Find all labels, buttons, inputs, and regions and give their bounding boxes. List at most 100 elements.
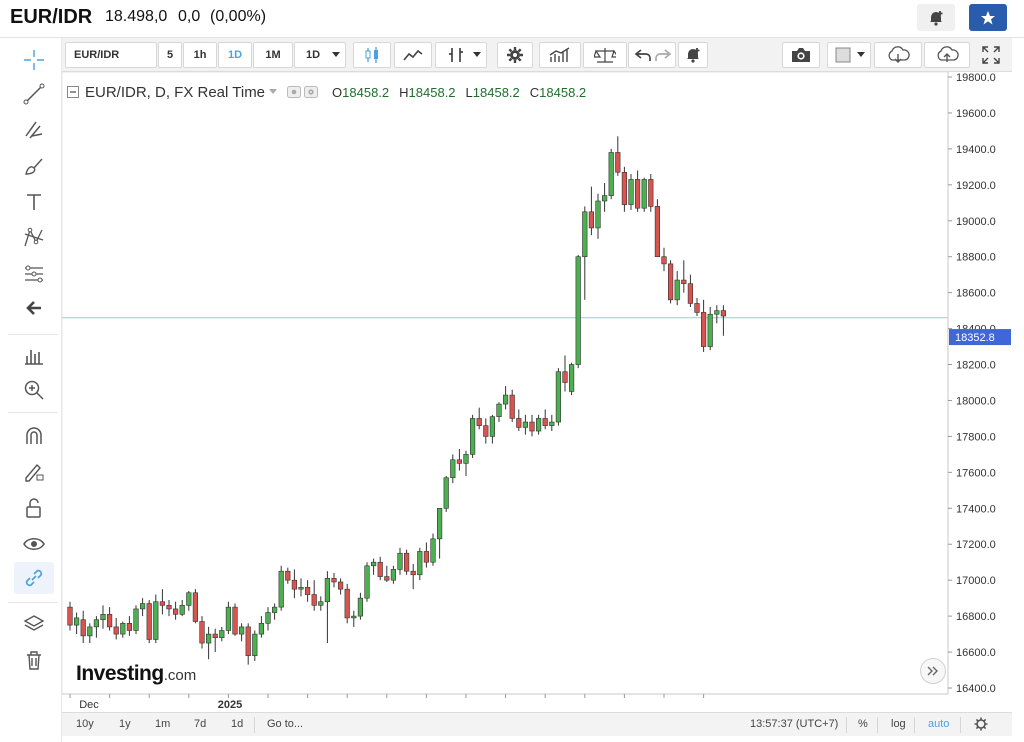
symbol-search-input[interactable]: EUR/IDR (65, 42, 157, 68)
chart-settings-button[interactable] (497, 42, 533, 68)
snapshot-button[interactable] (782, 42, 820, 68)
scroll-to-realtime-button[interactable] (920, 658, 946, 684)
save-chart-button[interactable] (924, 42, 970, 68)
pair-change: 0,0 (178, 8, 201, 25)
range-1m[interactable]: 1m (155, 718, 170, 730)
candle-body (555, 371, 562, 423)
pattern-icon (24, 227, 44, 247)
crosshair-tool[interactable] (14, 44, 54, 76)
indicators-button[interactable] (435, 42, 487, 68)
timeframe-1h[interactable]: 1h (183, 42, 217, 68)
magnet-tool[interactable] (14, 420, 54, 452)
back-arrow-tool[interactable] (14, 292, 54, 324)
bottom-divider (254, 717, 255, 733)
brush-tool[interactable] (14, 150, 54, 182)
chart-toolbar: EUR/IDR 5 1h 1D 1M 1D (62, 38, 1012, 72)
candle-body (192, 592, 199, 622)
chevron-down-icon (857, 52, 865, 57)
text-tool[interactable] (14, 186, 54, 218)
candle-body (654, 206, 660, 258)
alert-plus-icon (687, 48, 700, 63)
pattern-tool[interactable] (14, 222, 54, 254)
remove-drawings-tool[interactable] (14, 644, 54, 676)
candle-body (469, 418, 476, 455)
timeframe-5[interactable]: 5 (158, 42, 182, 68)
lock-drawings-tool[interactable] (14, 456, 54, 488)
log-scale-toggle[interactable]: log (891, 718, 906, 730)
auto-scale-toggle[interactable]: auto (928, 718, 949, 730)
y-tick-label: 19400.0 (956, 144, 996, 156)
candle-body (694, 303, 700, 313)
chart-area[interactable]: 16400.0 16600.0 16800.0 17000.0 17200.0 17400… (62, 72, 1012, 712)
add-alert-button[interactable] (678, 42, 708, 68)
chart-type-candles-button[interactable] (353, 42, 391, 68)
y-tick-label: 18600.0 (956, 288, 996, 300)
range-10y[interactable]: 10y (76, 718, 94, 730)
legend-close-value: 18458.2 (539, 84, 587, 100)
unlock-tool[interactable] (14, 492, 54, 524)
link-icon (25, 569, 43, 587)
candle-body (681, 279, 687, 284)
range-7d[interactable]: 7d (194, 718, 206, 730)
trend-line-tool[interactable] (14, 78, 54, 110)
percent-scale-toggle[interactable]: % (858, 718, 868, 730)
candle-body (87, 626, 93, 637)
background-color-select[interactable] (827, 42, 871, 68)
candle-body (601, 195, 608, 202)
caret-down-icon[interactable] (269, 89, 278, 95)
investing-logo: Investing.com (76, 662, 196, 686)
candle-body (608, 152, 614, 196)
fib-tools[interactable] (14, 114, 54, 146)
legend-title[interactable]: EUR/IDR, D, FX Real Time (85, 84, 265, 101)
chevron-down-icon (332, 52, 340, 57)
measure-tool[interactable] (14, 340, 54, 372)
price-chart[interactable]: 16400.0 16600.0 16800.0 17000.0 17200.0 17400… (62, 72, 1012, 712)
goto-date-button[interactable]: Go to... (267, 718, 303, 730)
fullscreen-button[interactable] (973, 42, 1009, 68)
undo-redo-group (628, 42, 676, 68)
candle-body (568, 364, 575, 392)
indicators-icon (449, 48, 463, 62)
load-chart-button[interactable] (874, 42, 922, 68)
candle-body (456, 459, 463, 464)
range-1y[interactable]: 1y (119, 718, 131, 730)
candle-body (219, 630, 225, 638)
y-tick-label: 17600.0 (956, 467, 996, 479)
range-1d[interactable]: 1d (231, 718, 243, 730)
candle-body (258, 623, 265, 635)
redo-icon[interactable] (655, 48, 671, 62)
candle-body (417, 551, 423, 576)
gear-icon[interactable] (974, 717, 988, 731)
candle-body (199, 621, 205, 644)
pair-price: 18.498,0 (105, 8, 168, 25)
add-to-watchlist-button[interactable] (969, 4, 1007, 31)
clock-timezone[interactable]: 13:57:37 (UTC+7) (750, 718, 838, 730)
undo-icon[interactable] (635, 48, 651, 62)
timeframe-1m[interactable]: 1M (253, 42, 293, 68)
visibility-tool[interactable] (14, 528, 54, 560)
prediction-tool[interactable] (14, 258, 54, 290)
create-alert-button[interactable] (917, 4, 955, 31)
candle-body (390, 569, 397, 581)
candle-body (443, 477, 449, 509)
candle-body (364, 565, 370, 599)
layers-tool[interactable] (14, 608, 54, 640)
balance-button[interactable] (583, 42, 627, 68)
link-tool[interactable] (14, 562, 54, 594)
y-tick-label: 18800.0 (956, 252, 996, 264)
candle-body (146, 603, 152, 640)
candle-body (661, 256, 667, 265)
compare-button[interactable] (539, 42, 581, 68)
legend-high-value: 18458.2 (408, 84, 456, 100)
magnet-icon (26, 427, 42, 444)
interval-select[interactable]: 1D (294, 42, 346, 68)
settings-icon[interactable] (304, 86, 319, 98)
timeframe-1d[interactable]: 1D (218, 42, 252, 68)
chart-type-line-button[interactable] (394, 42, 432, 68)
collapse-legend-icon[interactable] (67, 86, 79, 98)
eye-icon[interactable] (287, 86, 302, 98)
candle-body (621, 171, 627, 205)
candle-body (549, 421, 555, 426)
fib-tools-icon (25, 121, 43, 139)
zoom-in-tool[interactable] (14, 374, 54, 406)
